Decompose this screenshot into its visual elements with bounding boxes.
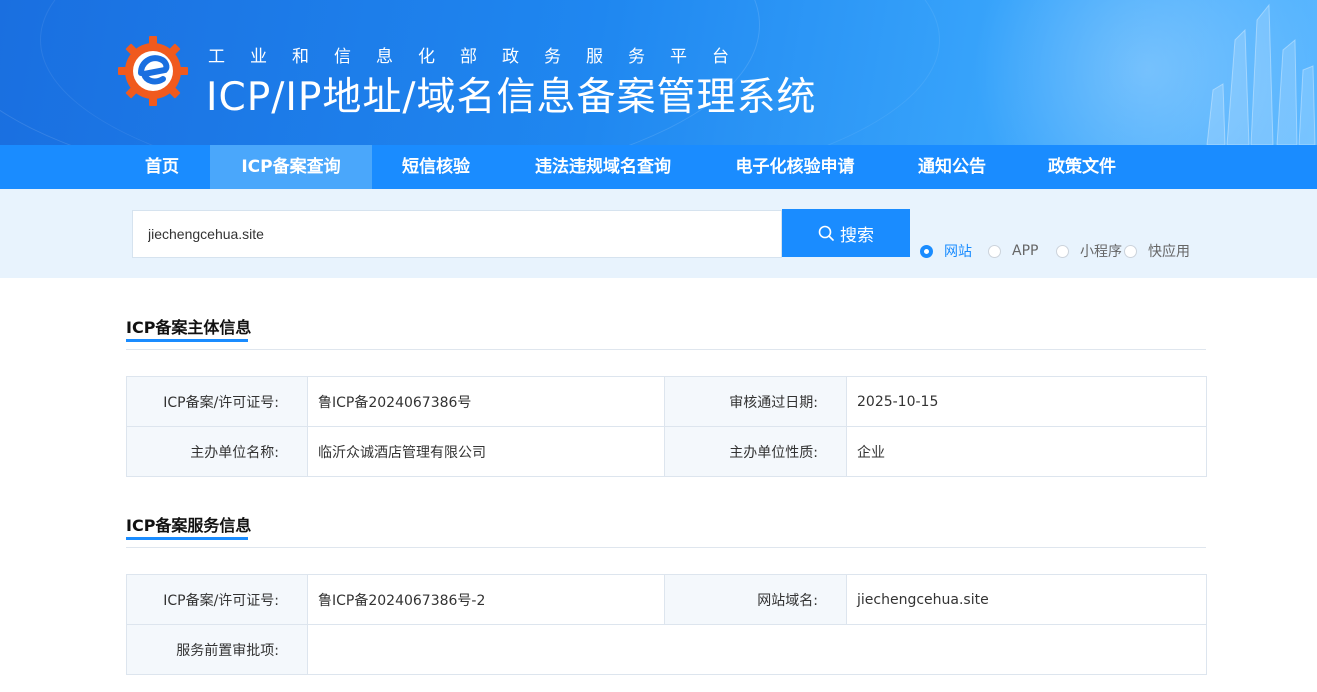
domain-value: jiechengcehua.site <box>846 574 1207 625</box>
section-underline <box>126 537 248 540</box>
service-info-title: ICP备案服务信息 <box>126 516 252 535</box>
service-info-table: ICP备案/许可证号: 鲁ICP备2024067386号-2 网站域名: jie… <box>126 574 1207 675</box>
system-title: ICP/IP地址/域名信息备案管理系统 <box>206 75 817 120</box>
section-underline <box>126 339 248 342</box>
radio-website[interactable]: 网站 <box>920 241 972 261</box>
search-input[interactable] <box>132 210 782 258</box>
section-divider <box>126 349 1206 350</box>
pre-approval-label: 服务前置审批项: <box>126 624 308 675</box>
organizer-type-value: 企业 <box>846 426 1207 477</box>
radio-app[interactable]: APP <box>988 241 1038 261</box>
header-banner: 工业和信息化部政务服务平台 ICP/IP地址/域名信息备案管理系统 <box>0 0 1317 145</box>
radio-label: APP <box>1012 243 1039 259</box>
approval-date-value: 2025-10-15 <box>846 376 1207 427</box>
nav-item-notices[interactable]: 通知公告 <box>904 145 1000 189</box>
license-value: 鲁ICP备2024067386号 <box>307 376 665 427</box>
license-label: ICP备案/许可证号: <box>126 376 308 427</box>
city-skyline-decoration <box>1206 3 1316 145</box>
nav-item-illegal-domain[interactable]: 违法违规域名查询 <box>516 145 690 189</box>
table-row: ICP备案/许可证号: 鲁ICP备2024067386号 审核通过日期: 202… <box>126 376 1207 427</box>
gear-e-logo-icon[interactable] <box>116 34 190 108</box>
radio-label: 网站 <box>944 244 972 260</box>
organizer-name-label: 主办单位名称: <box>126 426 308 477</box>
table-row: 服务前置审批项: <box>126 624 1207 675</box>
subject-info-title: ICP备案主体信息 <box>126 318 252 337</box>
search-button-label: 搜索 <box>840 225 874 246</box>
table-row: 主办单位名称: 临沂众诚酒店管理有限公司 主办单位性质: 企业 <box>126 426 1207 477</box>
radio-dot <box>920 244 933 258</box>
nav-item-home[interactable]: 首页 <box>126 145 198 189</box>
radio-label: 快应用 <box>1148 244 1190 260</box>
nav-item-sms-verify[interactable]: 短信核验 <box>388 145 484 189</box>
nav-item-policy[interactable]: 政策文件 <box>1034 145 1130 189</box>
domain-label: 网站域名: <box>664 574 847 625</box>
search-icon <box>818 225 834 241</box>
pre-approval-value <box>307 624 1207 675</box>
nav-item-e-verify[interactable]: 电子化核验申请 <box>720 145 870 189</box>
service-license-value: 鲁ICP备2024067386号-2 <box>307 574 665 625</box>
search-button[interactable]: 搜索 <box>782 209 910 257</box>
subject-info-table: ICP备案/许可证号: 鲁ICP备2024067386号 审核通过日期: 202… <box>126 376 1207 477</box>
radio-dot <box>1124 244 1137 258</box>
radio-dot <box>1056 244 1069 258</box>
search-panel: 搜索 网站 APP 小程序 快应用 <box>0 189 1317 278</box>
radio-label: 小程序 <box>1080 244 1122 260</box>
radio-quick-app[interactable]: 快应用 <box>1124 241 1190 261</box>
section-divider <box>126 547 1206 548</box>
approval-date-label: 审核通过日期: <box>664 376 847 427</box>
organizer-name-value: 临沂众诚酒店管理有限公司 <box>307 426 665 477</box>
platform-subtitle: 工业和信息化部政务服务平台 <box>208 47 754 67</box>
radio-mini-program[interactable]: 小程序 <box>1056 241 1122 261</box>
organizer-type-label: 主办单位性质: <box>664 426 847 477</box>
service-license-label: ICP备案/许可证号: <box>126 574 308 625</box>
table-row: ICP备案/许可证号: 鲁ICP备2024067386号-2 网站域名: jie… <box>126 574 1207 625</box>
radio-dot <box>988 244 1001 258</box>
nav-item-icp-query[interactable]: ICP备案查询 <box>210 145 372 189</box>
main-nav: 首页 ICP备案查询 短信核验 违法违规域名查询 电子化核验申请 通知公告 政策… <box>0 145 1317 189</box>
